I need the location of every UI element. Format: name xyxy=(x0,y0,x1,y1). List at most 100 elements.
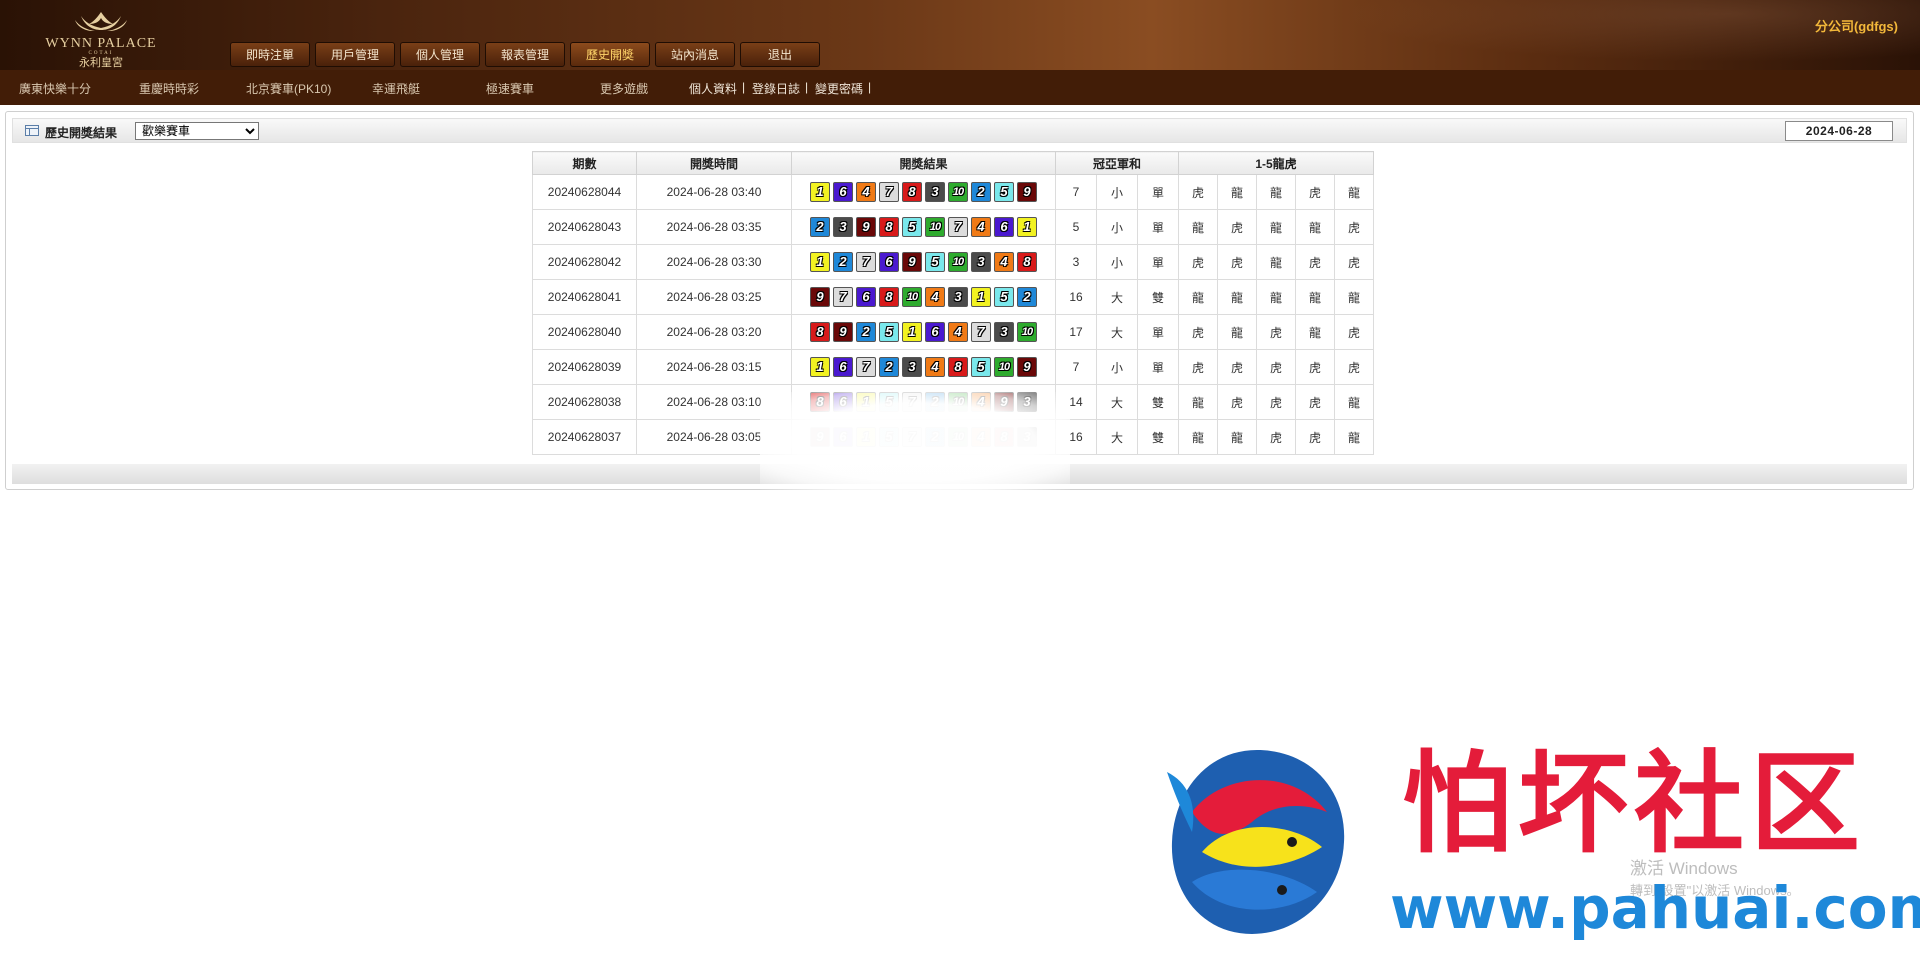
dragon-tiger-2: 虎 xyxy=(1217,244,1257,280)
dragon-tiger-5: 虎 xyxy=(1334,244,1374,280)
ball-list: 2 3 9 8 5 10 7 4 6 1 xyxy=(792,217,1055,237)
nav-report-management[interactable]: 報表管理 xyxy=(485,42,565,67)
dragon-tiger-1: 龍 xyxy=(1178,384,1218,420)
game-link-speed-racing[interactable]: 極速賽車 xyxy=(486,80,534,97)
draw-time: 2024-06-28 03:40 xyxy=(636,174,792,210)
number-ball: 9 xyxy=(902,252,922,272)
game-link-gd-happy10[interactable]: 廣東快樂十分 xyxy=(19,80,91,97)
number-ball: 8 xyxy=(902,182,922,202)
dragon-tiger-4: 虎 xyxy=(1295,349,1335,385)
nav-user-management[interactable]: 用戶管理 xyxy=(315,42,395,67)
dragon-tiger-3: 龍 xyxy=(1256,209,1296,245)
number-ball: 3 xyxy=(902,357,922,377)
table-icon xyxy=(25,125,39,136)
draw-result-balls: 9 7 6 8 10 4 3 1 5 2 xyxy=(791,279,1056,315)
odd-even: 單 xyxy=(1137,314,1179,350)
game-link-more-games[interactable]: 更多遊戲 xyxy=(600,80,648,97)
odd-even: 雙 xyxy=(1137,384,1179,420)
nav-logout[interactable]: 退出 xyxy=(740,42,820,67)
number-ball: 4 xyxy=(994,252,1014,272)
number-ball: 4 xyxy=(925,287,945,307)
dragon-tiger-4: 龍 xyxy=(1295,279,1335,315)
dragon-tiger-2: 虎 xyxy=(1217,209,1257,245)
dragon-tiger-5: 龍 xyxy=(1334,174,1374,210)
nav-draw-history[interactable]: 歷史開獎 xyxy=(570,42,650,67)
number-ball: 4 xyxy=(948,322,968,342)
nav-personal-management[interactable]: 個人管理 xyxy=(400,42,480,67)
dragon-tiger-5: 龍 xyxy=(1334,419,1374,455)
link-login-log[interactable]: 登錄日誌 xyxy=(752,80,800,97)
number-ball: 5 xyxy=(879,322,899,342)
big-small: 小 xyxy=(1096,349,1138,385)
draw-result-balls: 8 9 2 5 1 6 4 7 3 10 xyxy=(791,314,1056,350)
dragon-tiger-4: 虎 xyxy=(1295,174,1335,210)
number-ball: 6 xyxy=(879,252,899,272)
game-link-lucky-airship[interactable]: 幸運飛艇 xyxy=(372,80,420,97)
champion-sum: 17 xyxy=(1055,314,1097,350)
dragon-tiger-4: 龍 xyxy=(1295,209,1335,245)
issue-number: 20240628041 xyxy=(532,279,637,315)
ball-list: 9 7 6 8 10 4 3 1 5 2 xyxy=(792,287,1055,307)
game-select[interactable]: 歡樂賽車 xyxy=(135,122,259,140)
ball-list: 8 9 2 5 1 6 4 7 3 10 xyxy=(792,322,1055,342)
link-change-password[interactable]: 變更密碼 xyxy=(815,80,863,97)
watermark-url: www.pahuai.com xyxy=(1390,874,1920,942)
number-ball: 1 xyxy=(810,252,830,272)
number-ball: 4 xyxy=(925,357,945,377)
game-link-bj-pk10[interactable]: 北京賽車(PK10) xyxy=(246,80,331,97)
logo-chinese: 永利皇宮 xyxy=(79,57,123,69)
number-ball: 7 xyxy=(948,217,968,237)
date-picker-input[interactable]: 2024-06-28 xyxy=(1785,121,1893,141)
dragon-tiger-4: 虎 xyxy=(1295,384,1335,420)
header-draw-time: 開獎時間 xyxy=(636,151,792,175)
number-ball: 1 xyxy=(902,322,922,342)
dragon-tiger-3: 龍 xyxy=(1256,244,1296,280)
number-ball: 8 xyxy=(948,357,968,377)
number-ball: 6 xyxy=(833,357,853,377)
number-ball: 2 xyxy=(856,322,876,342)
number-ball: 5 xyxy=(994,182,1014,202)
number-ball: 2 xyxy=(879,357,899,377)
table-header-row: 期數 開獎時間 開獎結果 冠亞軍和 1-5龍虎 xyxy=(532,151,1374,175)
number-ball: 3 xyxy=(925,182,945,202)
number-ball: 3 xyxy=(833,217,853,237)
champion-sum: 3 xyxy=(1055,244,1097,280)
dragon-tiger-2: 虎 xyxy=(1217,349,1257,385)
number-ball: 10 xyxy=(902,287,922,307)
link-profile[interactable]: 個人資料 xyxy=(689,80,737,97)
number-ball: 10 xyxy=(948,252,968,272)
number-ball: 10 xyxy=(948,182,968,202)
draw-time: 2024-06-28 03:15 xyxy=(636,349,792,385)
panel-header: 歷史開獎結果 歡樂賽車 2024-06-28 xyxy=(12,118,1907,143)
number-ball: 7 xyxy=(856,357,876,377)
table-row: 20240628040 2024-06-28 03:20 8 9 2 5 1 6 4 7 3 10 17… xyxy=(532,314,1374,350)
nav-live-bets[interactable]: 即時注單 xyxy=(230,42,310,67)
number-ball: 1 xyxy=(810,182,830,202)
issue-number: 20240628042 xyxy=(532,244,637,280)
number-ball: 10 xyxy=(994,357,1014,377)
draw-time: 2024-06-28 03:35 xyxy=(636,209,792,245)
table-row: 20240628043 2024-06-28 03:35 2 3 9 8 5 10 7 4 6 1 5 小… xyxy=(532,209,1374,245)
number-ball: 9 xyxy=(810,287,830,307)
number-ball: 9 xyxy=(1017,357,1037,377)
dragon-tiger-3: 虎 xyxy=(1256,419,1296,455)
number-ball: 7 xyxy=(833,287,853,307)
draw-time: 2024-06-28 03:30 xyxy=(636,244,792,280)
issue-number: 20240628043 xyxy=(532,209,637,245)
number-ball: 6 xyxy=(856,287,876,307)
champion-sum: 7 xyxy=(1055,174,1097,210)
dragon-tiger-3: 龍 xyxy=(1256,174,1296,210)
big-small: 大 xyxy=(1096,384,1138,420)
ball-list: 1 6 4 7 8 3 10 2 5 9 xyxy=(792,182,1055,202)
game-link-cq-ssc[interactable]: 重慶時時彩 xyxy=(139,80,199,97)
dragon-tiger-2: 龍 xyxy=(1217,314,1257,350)
draw-result-balls: 1 6 7 2 3 4 8 5 10 9 xyxy=(791,349,1056,385)
dragon-tiger-1: 龍 xyxy=(1178,419,1218,455)
number-ball: 9 xyxy=(856,217,876,237)
brand-logo[interactable]: WYNN PALACE COTAI 永利皇宮 xyxy=(36,10,166,69)
nav-site-messages[interactable]: 站內消息 xyxy=(655,42,735,67)
header-dragon-tiger: 1-5龍虎 xyxy=(1178,151,1374,175)
draw-result-balls: 2 3 9 8 5 10 7 4 6 1 xyxy=(791,209,1056,245)
ball-list: 1 2 7 6 9 5 10 3 4 8 xyxy=(792,252,1055,272)
dragon-tiger-1: 虎 xyxy=(1178,244,1218,280)
